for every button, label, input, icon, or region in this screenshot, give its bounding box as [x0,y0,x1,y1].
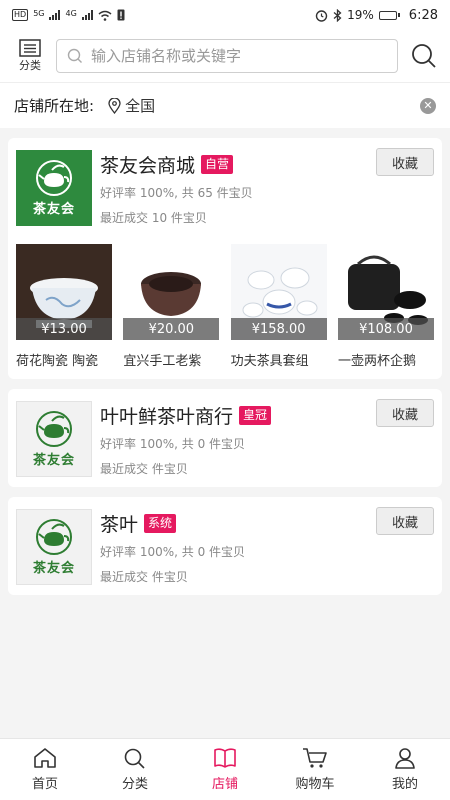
tab-shops[interactable]: 店铺 [180,739,270,800]
location-pin-icon [108,97,121,114]
location-label: 店铺所在地: [14,97,95,115]
product-price: ¥158.00 [230,318,327,340]
shop-name[interactable]: 茶友会商城 [100,151,195,178]
wifi-icon [98,10,112,21]
search-icon [67,48,82,63]
product-name: 功夫茶具套组 [230,354,309,369]
category-button[interactable]: 分类 [14,39,46,73]
signal-icon-2 [81,10,93,20]
cart-icon [303,748,327,768]
signal-icon [49,10,61,20]
tab-cart[interactable]: 购物车 [270,739,360,800]
network-5g: 5G [33,9,45,18]
product-name: 一壶两杯企鹅 [337,354,416,369]
search-box[interactable] [56,39,398,73]
shop-card[interactable]: 茶友会 茶友会商城 自营 好评率 100%, 共 65 件宝贝 最近成交 10 … [8,138,442,379]
product-item[interactable]: ¥158.00 功夫茶具套组 [230,244,327,369]
tab-category[interactable]: 分类 [90,739,180,800]
product-image: ¥158.00 [230,244,327,340]
search-icon [124,748,145,769]
search-input[interactable] [91,47,387,65]
shop-rating: 好评率 100%, 共 0 件宝贝 [100,545,246,559]
product-item[interactable]: ¥108.00 一壶两杯企鹅 [337,244,434,369]
home-icon [34,748,56,768]
network-4g: 4G [65,9,77,18]
battery-percent: 19% [347,8,374,22]
teapot-logo-icon [36,411,72,447]
tab-label: 我的 [391,777,418,792]
bottom-tab-bar: 首页 分类 店铺 购物车 我的 [0,738,450,800]
alarm-icon [315,9,328,22]
tab-label: 分类 [121,777,148,792]
shop-card[interactable]: 茶友会 茶叶 系统 好评率 100%, 共 0 件宝贝 最近成交 件宝贝 收藏 [8,497,442,595]
location-bar: 店铺所在地: 全国 ✕ [0,82,450,128]
shop-name[interactable]: 茶叶 [100,510,138,537]
top-bar: 分类 [0,30,450,82]
status-bar: HD 5G 4G 19% 6:28 [0,0,450,30]
shop-logo: 茶友会 [16,150,92,226]
shop-list: 茶友会 茶友会商城 自营 好评率 100%, 共 65 件宝贝 最近成交 10 … [0,128,450,595]
search-button[interactable] [408,40,440,72]
book-icon [214,748,236,768]
tab-home[interactable]: 首页 [0,739,90,800]
battery-icon [378,10,400,20]
product-price: ¥20.00 [123,318,220,340]
product-name: 宜兴手工老紫 [123,354,202,369]
tab-label: 店铺 [211,777,238,792]
category-label: 分类 [19,59,41,72]
product-name: 荷花陶瓷 陶瓷 [16,354,99,369]
shop-recent-sales: 最近成交 件宝贝 [100,462,188,476]
search-icon [412,44,436,68]
product-row: ¥13.00 荷花陶瓷 陶瓷 ¥20.00 宜兴手工老紫 ¥158.00 功夫茶… [16,244,434,369]
shop-logo: 茶友会 [16,401,92,477]
tab-label: 首页 [31,777,58,792]
logo-text: 茶友会 [32,202,75,217]
favorite-button[interactable]: 收藏 [376,399,434,427]
tab-label: 购物车 [295,777,335,792]
favorite-button[interactable]: 收藏 [376,148,434,176]
product-image: ¥108.00 [337,244,434,340]
tab-mine[interactable]: 我的 [360,739,450,800]
clock: 6:28 [408,7,438,23]
bluetooth-icon [333,8,342,22]
shop-logo: 茶友会 [16,509,92,585]
shop-name[interactable]: 叶叶鲜茶叶商行 [100,402,233,429]
shop-rating: 好评率 100%, 共 65 件宝贝 [100,186,253,200]
product-image: ¥13.00 [16,244,112,340]
teapot-logo-icon [36,160,72,196]
location-value: 全国 [125,97,156,115]
product-image: ¥20.00 [123,244,220,340]
shop-badge: 皇冠 [239,405,272,425]
clear-location-button[interactable]: ✕ [420,97,436,114]
logo-text: 茶友会 [32,561,75,576]
user-icon [395,748,415,769]
product-item[interactable]: ¥13.00 荷花陶瓷 陶瓷 [16,244,112,369]
product-item[interactable]: ¥20.00 宜兴手工老紫 [123,244,220,369]
shop-card[interactable]: 茶友会 叶叶鲜茶叶商行 皇冠 好评率 100%, 共 0 件宝贝 最近成交 件宝… [8,389,442,487]
list-icon [19,39,41,57]
hd-indicator: HD [12,9,29,21]
location-selector[interactable]: 全国 [108,95,155,116]
shop-recent-sales: 最近成交 10 件宝贝 [100,211,207,225]
shop-recent-sales: 最近成交 件宝贝 [100,570,188,584]
favorite-button[interactable]: 收藏 [376,507,434,535]
teapot-logo-icon [36,519,72,555]
shop-badge: 系统 [144,513,177,533]
shop-badge: 自营 [201,154,234,174]
shop-rating: 好评率 100%, 共 0 件宝贝 [100,437,246,451]
logo-text: 茶友会 [32,453,75,468]
product-price: ¥108.00 [337,318,434,340]
alert-icon [117,9,125,21]
product-price: ¥13.00 [16,318,112,340]
